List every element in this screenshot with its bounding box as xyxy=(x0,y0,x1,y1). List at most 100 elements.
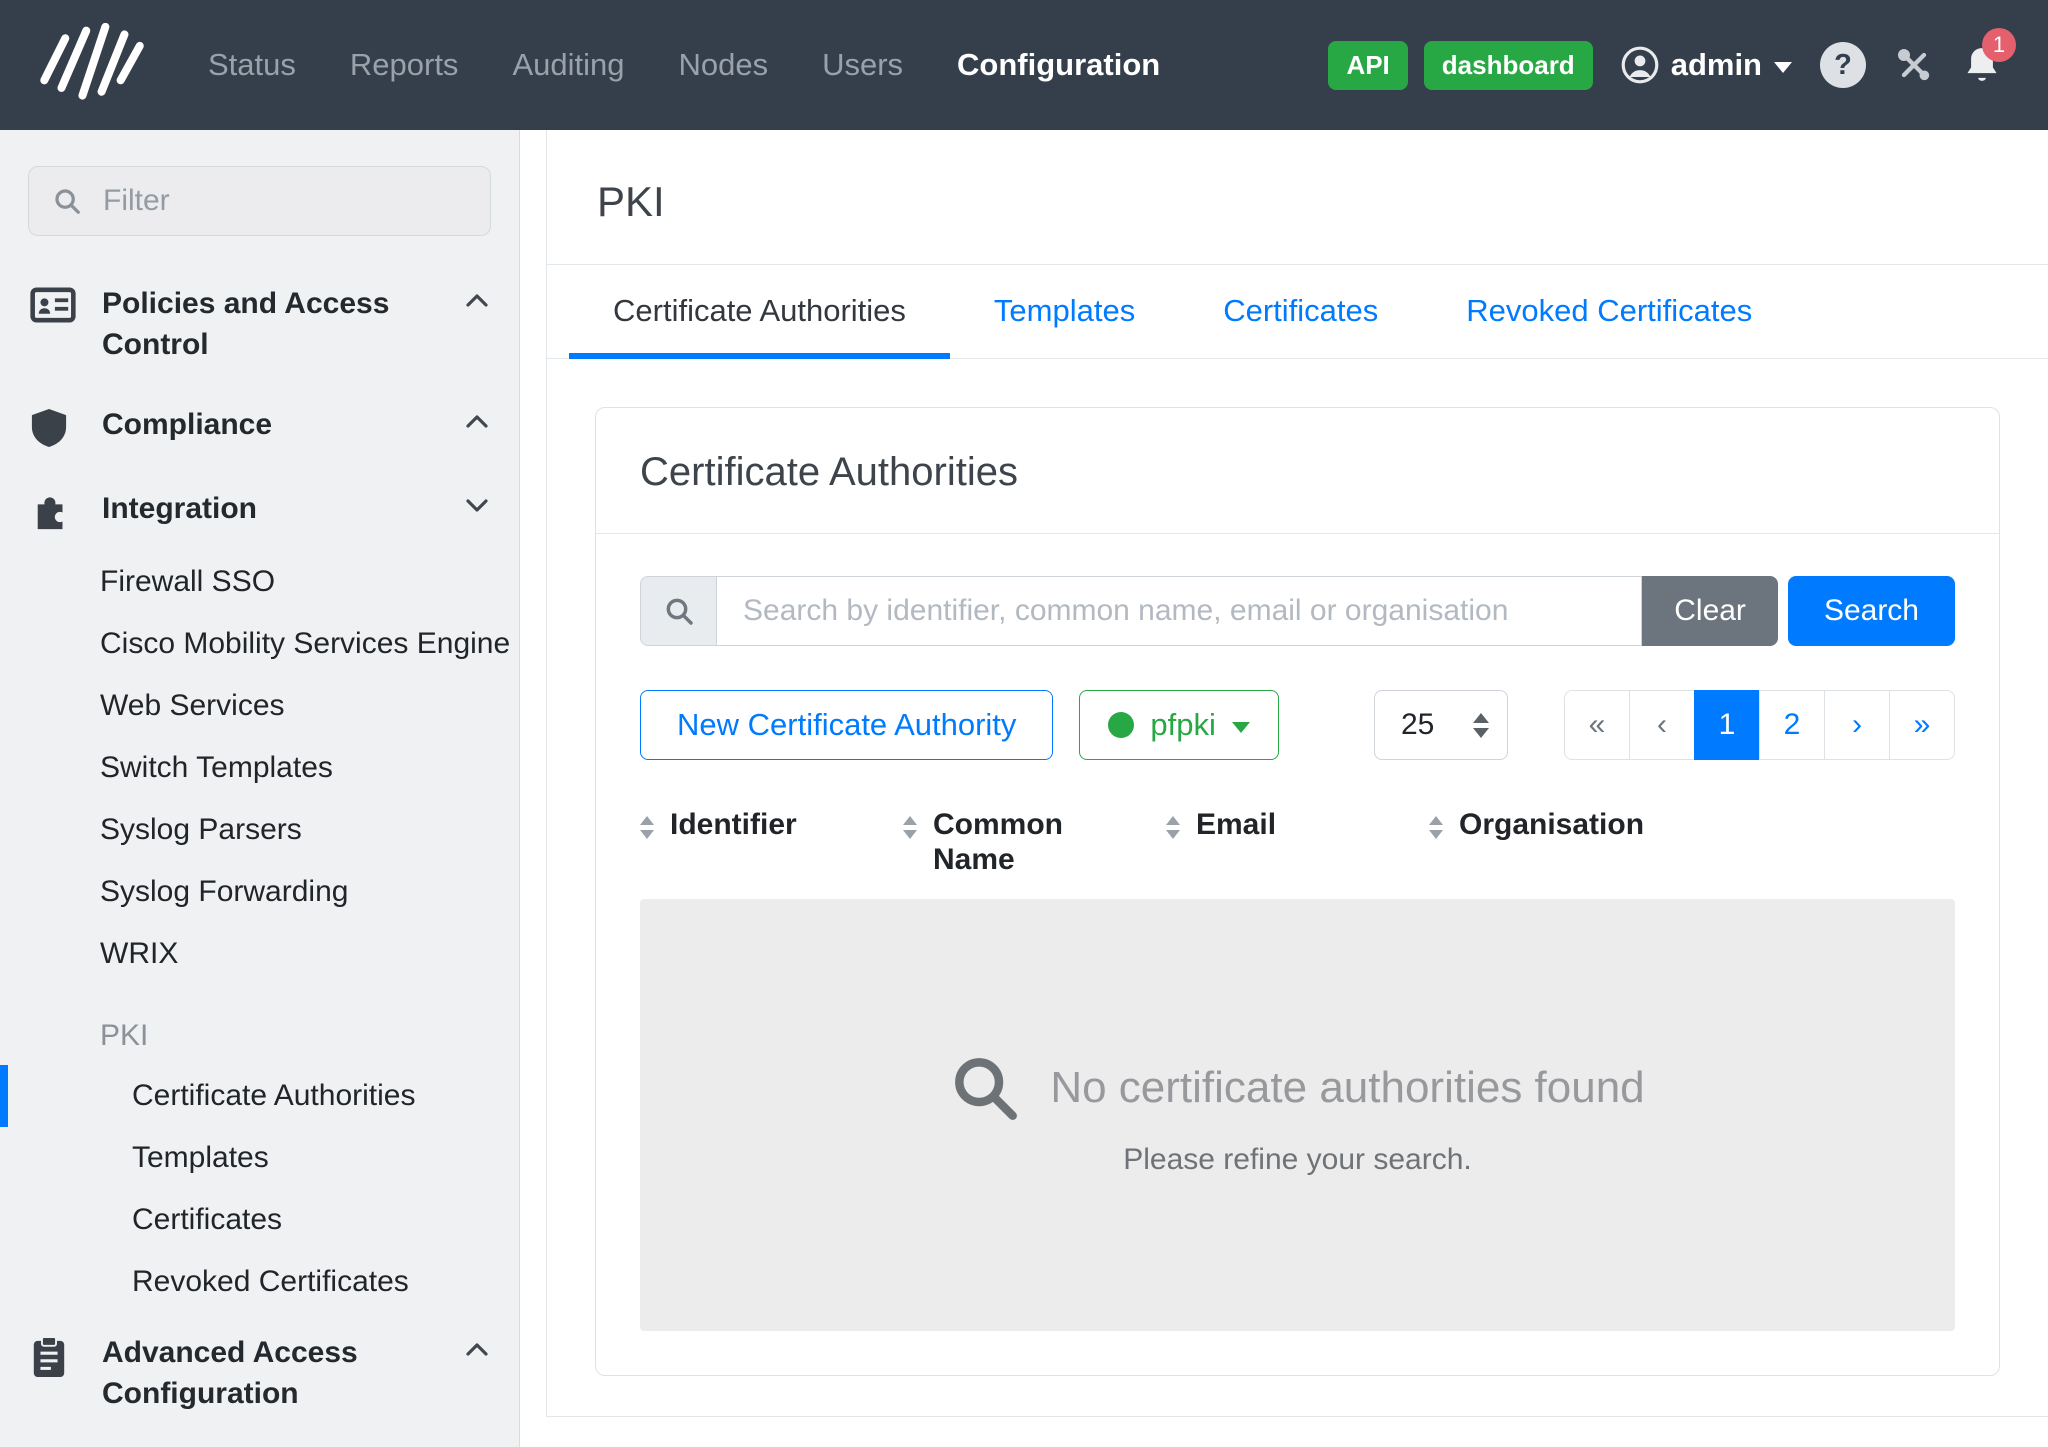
stepper-icon xyxy=(1473,713,1489,738)
sidebar-filter-input[interactable] xyxy=(28,166,491,236)
empty-state-subtitle: Please refine your search. xyxy=(1123,1143,1472,1177)
shield-icon xyxy=(30,405,78,449)
page-title: PKI xyxy=(597,178,1998,226)
column-header-organisation[interactable]: Organisation xyxy=(1429,808,1692,877)
column-label: Organisation xyxy=(1459,808,1644,843)
dashboard-badge[interactable]: dashboard xyxy=(1424,41,1593,90)
tab-certificates[interactable]: Certificates xyxy=(1179,265,1422,359)
user-name: admin xyxy=(1671,47,1762,83)
table-header-row: Identifier Common Name Email Organi xyxy=(640,808,1955,899)
notifications-button[interactable]: 1 xyxy=(1962,44,2002,86)
chevron-up-icon xyxy=(465,405,489,429)
id-card-icon xyxy=(30,284,78,324)
pagination-next[interactable]: › xyxy=(1824,690,1890,760)
packetfence-logo[interactable] xyxy=(34,21,154,109)
config-sidebar: Policies and Access Control Compliance I… xyxy=(0,130,520,1447)
empty-state: No certificate authorities found Please … xyxy=(640,899,1955,1331)
nav-reports[interactable]: Reports xyxy=(350,47,459,83)
sidebar-item-syslog-forwarding[interactable]: Syslog Forwarding xyxy=(0,861,519,923)
packetfence-logo-glyph xyxy=(34,23,150,107)
sidebar-group-label: Policies and Access Control xyxy=(102,284,453,365)
pagination-prev[interactable]: ‹ xyxy=(1629,690,1695,760)
column-label: Email xyxy=(1196,808,1276,843)
pagination-first[interactable]: « xyxy=(1564,690,1630,760)
ca-scope-label: pfpki xyxy=(1150,707,1215,743)
pki-tabs: Certificate Authorities Templates Certif… xyxy=(547,265,2048,359)
empty-state-title-row: No certificate authorities found xyxy=(950,1053,1644,1123)
search-icon xyxy=(52,186,82,216)
search-icon xyxy=(950,1053,1020,1123)
sidebar-item-web-services[interactable]: Web Services xyxy=(0,675,519,737)
card-header: Certificate Authorities xyxy=(596,408,1999,534)
sort-icon xyxy=(903,808,917,839)
nav-auditing[interactable]: Auditing xyxy=(512,47,624,83)
sidebar-item-templates[interactable]: Templates xyxy=(0,1127,519,1189)
column-label: Common Name xyxy=(933,808,1083,877)
page-size-select[interactable]: 25 xyxy=(1374,690,1508,760)
sidebar-group-label: Advanced Access Configuration xyxy=(102,1333,453,1414)
user-menu[interactable]: admin xyxy=(1621,46,1792,84)
clear-button[interactable]: Clear xyxy=(1642,576,1778,646)
page-header: PKI xyxy=(547,130,2048,265)
pagination-page-2[interactable]: 2 xyxy=(1759,690,1825,760)
ca-scope-dropdown[interactable]: pfpki xyxy=(1079,690,1278,760)
main-content: PKI Certificate Authorities Templates Ce… xyxy=(520,130,2048,1447)
search-button[interactable]: Search xyxy=(1788,576,1955,646)
sidebar-item-syslog-parsers[interactable]: Syslog Parsers xyxy=(0,799,519,861)
navbar-right: API dashboard admin ? 1 xyxy=(1328,41,2002,90)
new-certificate-authority-button[interactable]: New Certificate Authority xyxy=(640,690,1053,760)
ca-search-input[interactable] xyxy=(716,576,1642,646)
nav-nodes[interactable]: Nodes xyxy=(678,47,768,83)
api-badge[interactable]: API xyxy=(1328,41,1407,90)
tab-revoked-certificates[interactable]: Revoked Certificates xyxy=(1422,265,1796,359)
main-card: PKI Certificate Authorities Templates Ce… xyxy=(546,130,2048,1417)
pagination-page-1[interactable]: 1 xyxy=(1694,690,1760,760)
notification-badge: 1 xyxy=(1982,28,2016,62)
tools-button[interactable] xyxy=(1894,45,1934,85)
pagination-last[interactable]: » xyxy=(1889,690,1955,760)
sidebar-item-firewall-sso[interactable]: Firewall SSO xyxy=(0,551,519,613)
sidebar-group-advanced-access-configuration[interactable]: Advanced Access Configuration xyxy=(0,1313,519,1434)
column-header-email[interactable]: Email xyxy=(1166,808,1429,877)
column-header-identifier[interactable]: Identifier xyxy=(640,808,903,877)
help-button[interactable]: ? xyxy=(1820,42,1866,88)
ca-controls-row: New Certificate Authority pfpki 25 « xyxy=(640,690,1955,760)
column-label: Identifier xyxy=(670,808,797,843)
nav-configuration[interactable]: Configuration xyxy=(957,47,1160,83)
tab-certificate-authorities[interactable]: Certificate Authorities xyxy=(569,265,950,359)
sidebar-group-label: Integration xyxy=(102,489,453,530)
page-size-value: 25 xyxy=(1401,708,1434,742)
clipboard-icon xyxy=(30,1333,78,1379)
tools-icon xyxy=(1894,45,1934,85)
sort-icon xyxy=(1429,808,1443,839)
chevron-down-icon xyxy=(1232,722,1250,733)
sidebar-group-integration[interactable]: Integration xyxy=(0,469,519,551)
sidebar-item-cisco-mobility-services-engine[interactable]: Cisco Mobility Services Engine xyxy=(0,613,519,675)
tab-templates[interactable]: Templates xyxy=(950,265,1179,359)
column-header-common-name[interactable]: Common Name xyxy=(903,808,1166,877)
nav-status[interactable]: Status xyxy=(208,47,296,83)
sidebar-group-label: Compliance xyxy=(102,405,453,446)
sidebar-item-certificates[interactable]: Certificates xyxy=(0,1189,519,1251)
sidebar-filter xyxy=(28,166,491,236)
empty-state-title: No certificate authorities found xyxy=(1050,1063,1644,1113)
sidebar-group-compliance[interactable]: Compliance xyxy=(0,385,519,469)
card-body: Clear Search New Certificate Authority p… xyxy=(596,534,1999,1375)
sidebar-item-revoked-certificates[interactable]: Revoked Certificates xyxy=(0,1251,519,1313)
ca-search-group: Clear Search xyxy=(640,576,1955,646)
top-navbar: Status Reports Auditing Nodes Users Conf… xyxy=(0,0,2048,130)
nav-users[interactable]: Users xyxy=(822,47,903,83)
app-layout: Policies and Access Control Compliance I… xyxy=(0,130,2048,1447)
sidebar-item-certificate-authorities[interactable]: Certificate Authorities xyxy=(0,1065,519,1127)
chevron-up-icon xyxy=(465,1333,489,1357)
chevron-up-icon xyxy=(465,284,489,308)
pagination: « ‹ 1 2 › » xyxy=(1564,690,1955,760)
certificate-authorities-card: Certificate Authorities Clear Search xyxy=(595,407,2000,1376)
status-dot-icon xyxy=(1108,712,1134,738)
search-icon xyxy=(640,576,716,646)
sidebar-group-policies-and-access-control[interactable]: Policies and Access Control xyxy=(0,264,519,385)
main-nav: Status Reports Auditing Nodes Users Conf… xyxy=(208,47,1160,83)
sidebar-group-network-configuration[interactable]: Network Configuration xyxy=(0,1434,519,1447)
sidebar-item-switch-templates[interactable]: Switch Templates xyxy=(0,737,519,799)
sidebar-item-wrix[interactable]: WRIX xyxy=(0,923,519,985)
